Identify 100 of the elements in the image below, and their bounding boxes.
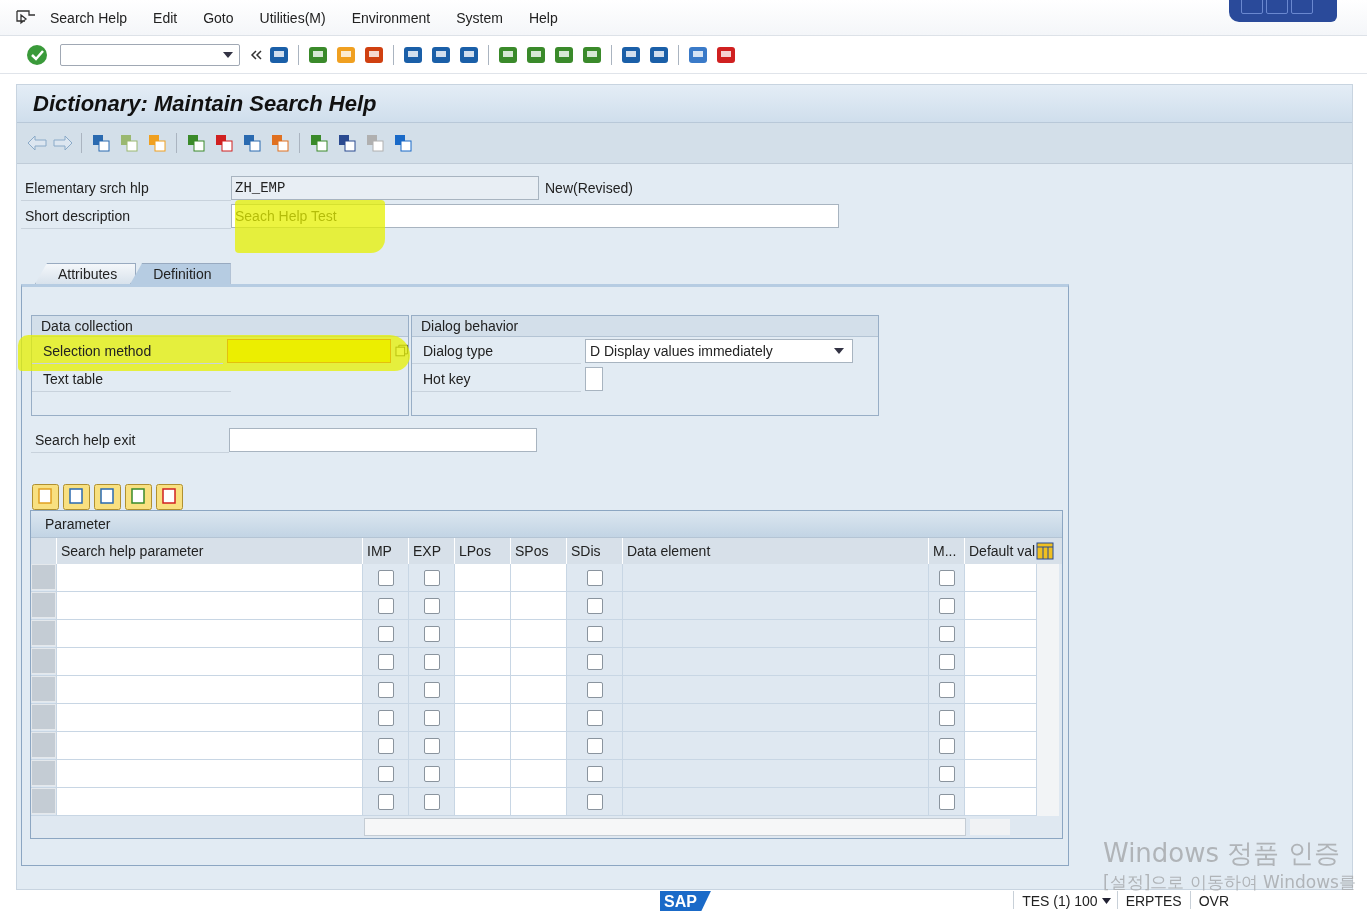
table-cell[interactable] (454, 648, 510, 675)
table-cell[interactable] (510, 760, 566, 787)
table-cell[interactable] (56, 620, 362, 647)
table-cell[interactable] (510, 676, 566, 703)
checkbox[interactable] (423, 709, 440, 726)
checkbox[interactable] (423, 625, 440, 642)
column-header[interactable]: IMP (362, 538, 408, 564)
command-field[interactable] (60, 43, 240, 66)
table-cell[interactable] (964, 760, 1036, 787)
table-cell[interactable] (510, 620, 566, 647)
checkbox[interactable] (423, 765, 440, 782)
checkbox[interactable] (938, 793, 955, 810)
checkbox[interactable] (586, 765, 603, 782)
checkbox[interactable] (938, 737, 955, 754)
table-cell[interactable] (510, 592, 566, 619)
checkbox[interactable] (938, 765, 955, 782)
table-cell[interactable] (510, 564, 566, 591)
table-cell[interactable] (56, 788, 362, 815)
checkbox[interactable] (938, 709, 955, 726)
table-cell[interactable] (56, 564, 362, 591)
menu-item[interactable]: Utilities(M) (259, 9, 326, 26)
checkbox[interactable] (423, 653, 440, 670)
table-cell[interactable] (964, 788, 1036, 815)
checkbox[interactable] (586, 681, 603, 698)
checkbox[interactable] (377, 681, 394, 698)
menu-item[interactable]: Environment (351, 9, 431, 26)
checkbox[interactable] (938, 681, 955, 698)
table-cell[interactable] (56, 732, 362, 759)
checkbox[interactable] (423, 569, 440, 586)
checkbox[interactable] (586, 569, 603, 586)
checkbox[interactable] (377, 793, 394, 810)
checkbox[interactable] (423, 737, 440, 754)
search-help-exit-field[interactable] (229, 428, 537, 452)
tab[interactable]: Definition (130, 263, 231, 284)
table-cell[interactable] (454, 592, 510, 619)
table-cell[interactable] (56, 704, 362, 731)
table-cell[interactable] (454, 564, 510, 591)
checkbox[interactable] (586, 653, 603, 670)
checkbox[interactable] (586, 597, 603, 614)
column-header[interactable]: SDis (566, 538, 622, 564)
table-cell[interactable] (510, 648, 566, 675)
table-cell[interactable] (454, 788, 510, 815)
collapse-icon[interactable] (250, 49, 262, 60)
table-cell[interactable] (56, 648, 362, 675)
search-help-name-field[interactable]: ZH_EMP (231, 176, 539, 200)
table-cell[interactable] (964, 704, 1036, 731)
table-cell[interactable] (964, 564, 1036, 591)
checkbox[interactable] (377, 569, 394, 586)
column-header[interactable]: EXP (408, 538, 454, 564)
column-header[interactable]: M... (928, 538, 964, 564)
table-cell[interactable] (56, 592, 362, 619)
table-cell[interactable] (510, 788, 566, 815)
menu-item[interactable]: Search Help (50, 9, 128, 26)
dialog-type-dropdown[interactable]: D Display values immediately (585, 339, 853, 363)
table-cell[interactable] (964, 620, 1036, 647)
table-cell[interactable] (454, 760, 510, 787)
window-controls[interactable] (1229, 0, 1337, 22)
table-cell[interactable] (56, 760, 362, 787)
tab[interactable]: Attributes (35, 263, 137, 284)
table-cell[interactable] (454, 676, 510, 703)
table-cell[interactable] (964, 648, 1036, 675)
menu-item[interactable]: System (456, 9, 503, 26)
vertical-scrollbar[interactable] (1036, 564, 1059, 816)
checkbox[interactable] (377, 709, 394, 726)
checkbox[interactable] (938, 569, 955, 586)
checkbox[interactable] (377, 597, 394, 614)
checkbox[interactable] (586, 709, 603, 726)
table-cell[interactable] (510, 704, 566, 731)
enter-icon[interactable] (26, 43, 48, 66)
forward-arrow-icon[interactable] (53, 135, 73, 151)
checkbox[interactable] (586, 625, 603, 642)
checkbox[interactable] (938, 653, 955, 670)
menu-item[interactable]: Edit (153, 9, 178, 26)
dropdown-icon[interactable] (1101, 898, 1111, 904)
checkbox[interactable] (938, 625, 955, 642)
checkbox[interactable] (586, 737, 603, 754)
table-cell[interactable] (56, 676, 362, 703)
table-cell[interactable] (964, 732, 1036, 759)
table-cell[interactable] (454, 620, 510, 647)
table-cell[interactable] (510, 732, 566, 759)
checkbox[interactable] (423, 681, 440, 698)
checkbox[interactable] (938, 597, 955, 614)
menu-item[interactable]: Goto (203, 9, 234, 26)
menu-item[interactable]: Help (528, 9, 558, 26)
checkbox[interactable] (377, 737, 394, 754)
menu-icon[interactable] (16, 9, 36, 26)
checkbox[interactable] (423, 793, 440, 810)
table-cell[interactable] (964, 592, 1036, 619)
table-cell[interactable] (454, 732, 510, 759)
checkbox[interactable] (423, 597, 440, 614)
hot-key-field[interactable] (585, 367, 603, 391)
checkbox[interactable] (377, 653, 394, 670)
column-header[interactable]: Data element (622, 538, 928, 564)
table-cell[interactable] (454, 704, 510, 731)
checkbox[interactable] (377, 765, 394, 782)
checkbox[interactable] (377, 625, 394, 642)
back-arrow-icon[interactable] (27, 135, 47, 151)
horizontal-scrollbar[interactable] (364, 818, 966, 836)
table-cell[interactable] (964, 676, 1036, 703)
checkbox[interactable] (586, 793, 603, 810)
